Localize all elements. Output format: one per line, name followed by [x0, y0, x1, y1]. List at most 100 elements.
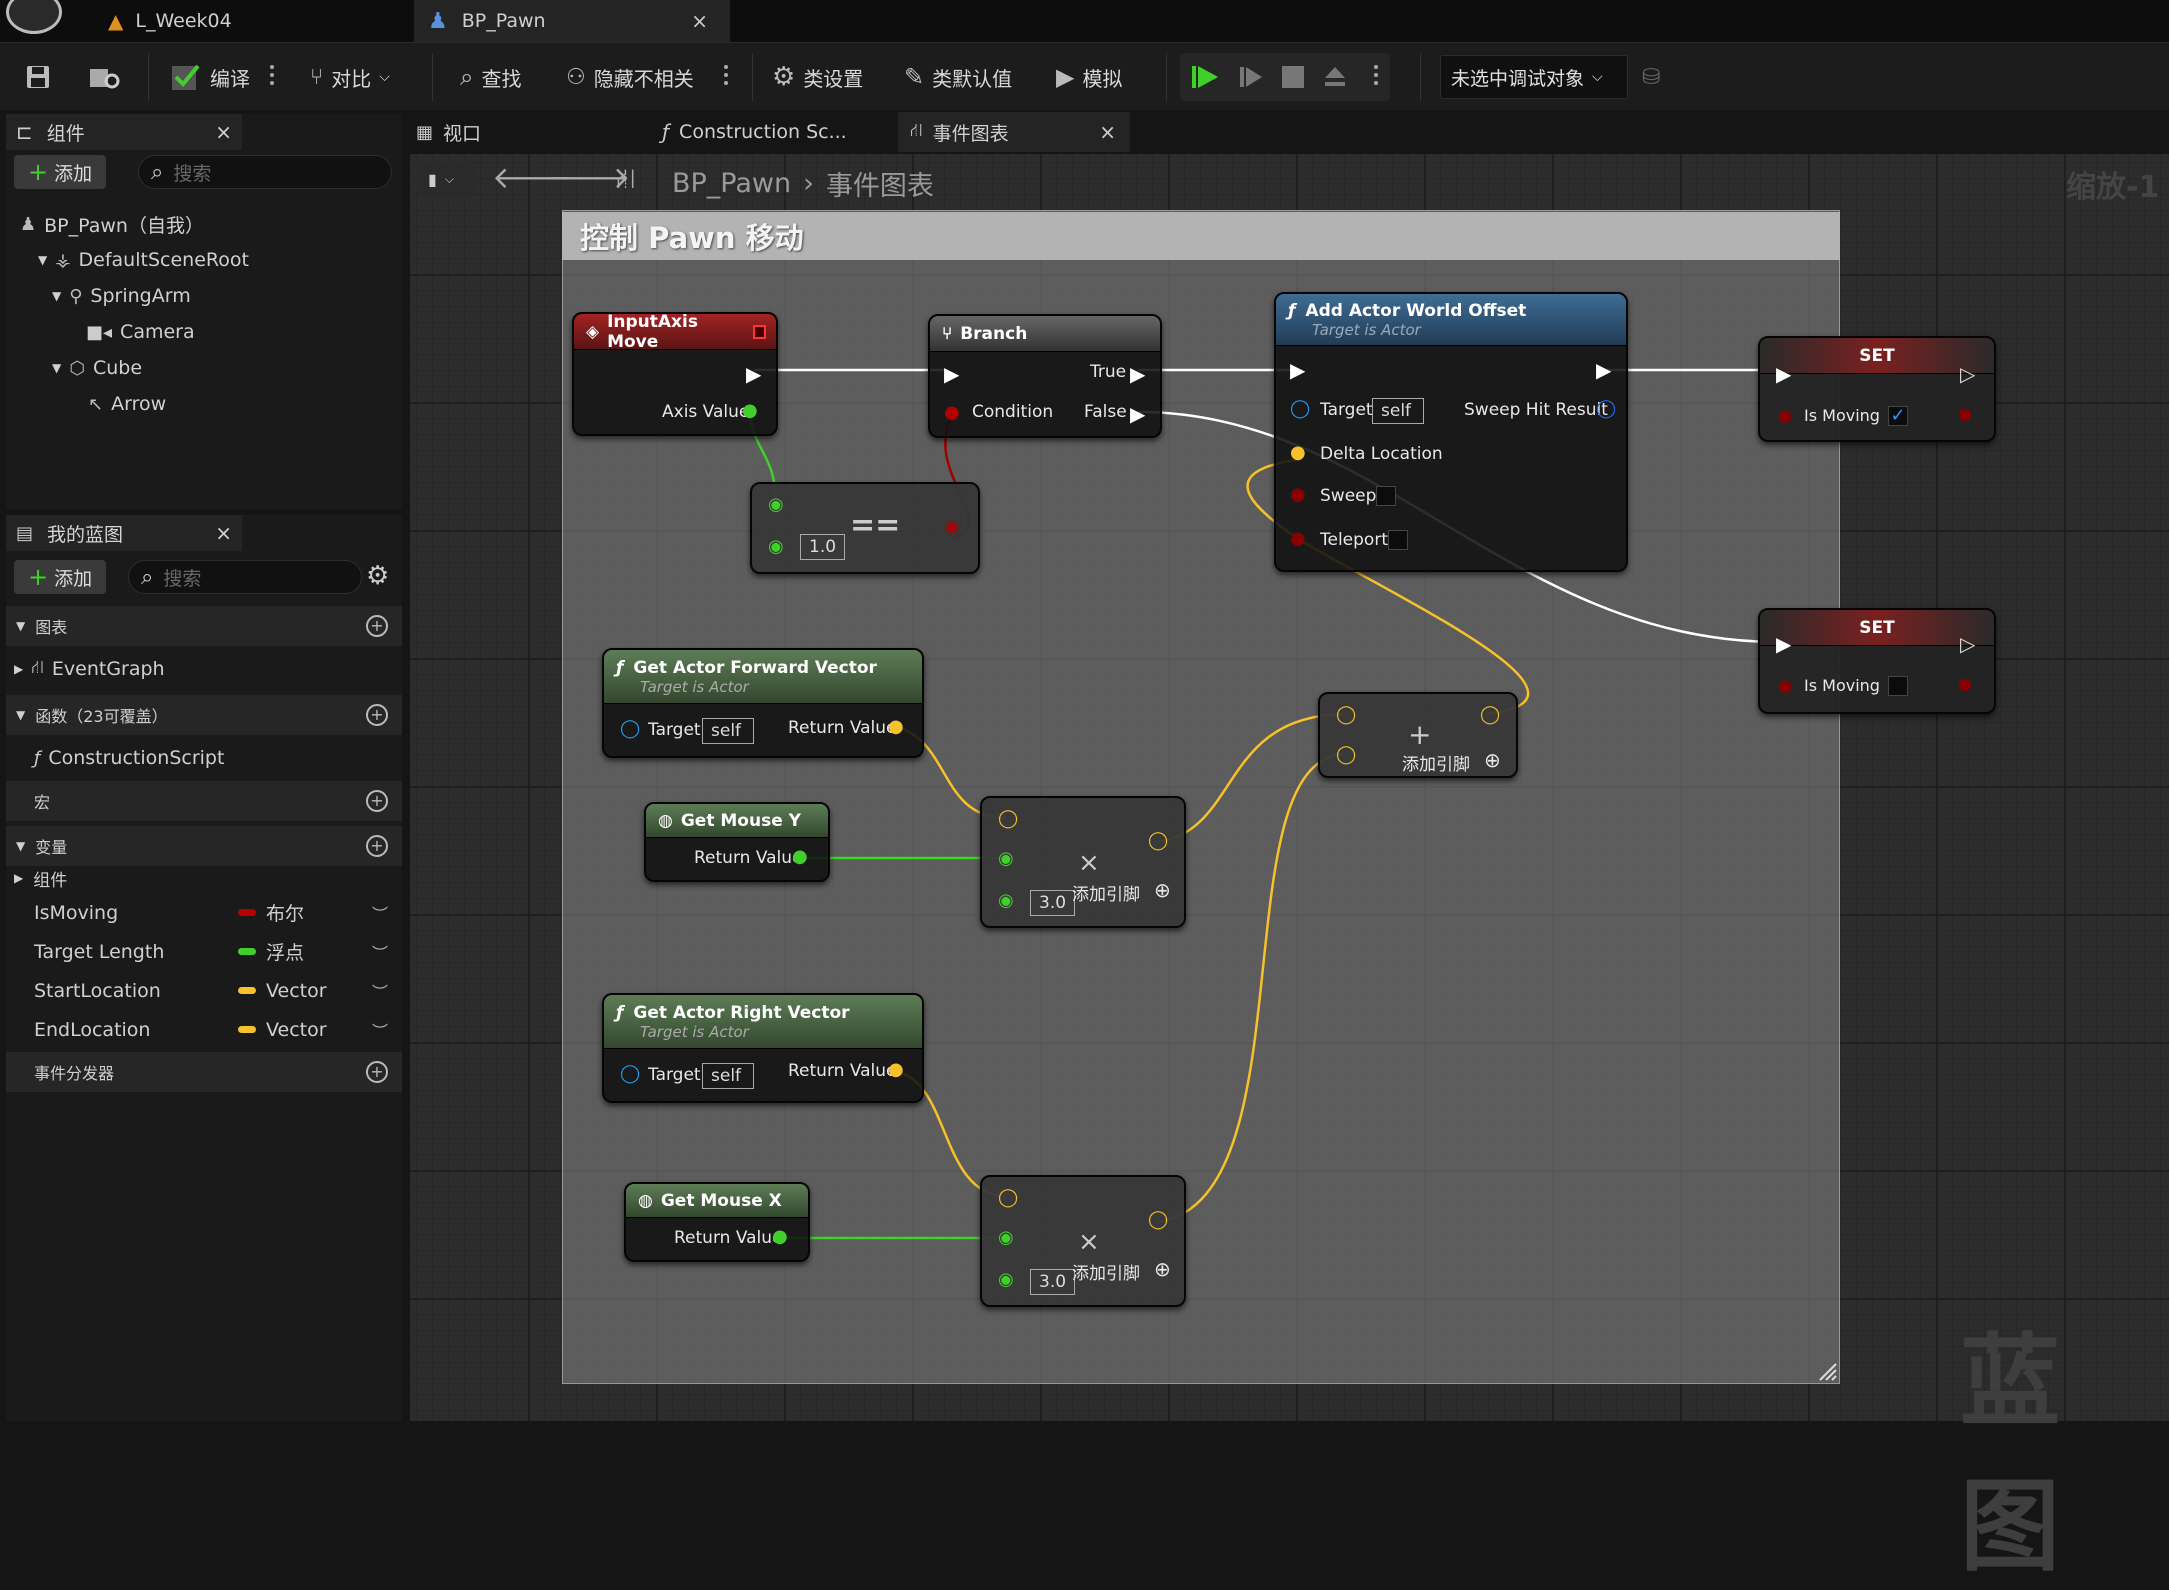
node-title: SET [1859, 617, 1895, 638]
vector-out-pin-icon[interactable]: ● [888, 716, 904, 737]
bool-in-pin-icon[interactable]: ● [1778, 406, 1792, 425]
node-multiply-mouse-x[interactable]: ◯ ◉ ◉ 3.0 × 添加引脚 ⊕ ◯ [980, 1175, 1186, 1307]
bool-in-pin-icon[interactable]: ● [1290, 484, 1306, 505]
float-in-pin-icon[interactable]: ◉ [998, 890, 1014, 911]
add-operator: + [1408, 718, 1432, 751]
equal-operator: == [850, 508, 901, 543]
exec-out-pin-icon[interactable]: ▶ [1596, 358, 1611, 382]
add-pin-icon[interactable]: ⊕ [1154, 878, 1171, 902]
vector-out-pin-icon[interactable]: ◯ [1148, 1209, 1168, 1230]
is-moving-label: Is Moving [1804, 676, 1880, 695]
vector-in-pin-icon[interactable]: ◯ [1336, 704, 1356, 725]
condition-label: Condition [972, 402, 1054, 422]
float-in-pin-icon[interactable]: ◉ [768, 494, 784, 515]
exec-in-pin-icon[interactable]: ▶ [1290, 358, 1305, 382]
vector-out-pin-icon[interactable]: ◯ [1148, 830, 1168, 851]
node-title: InputAxis Move [607, 312, 698, 352]
bool-out-pin-icon[interactable]: ● [1958, 404, 1972, 423]
node-multiply-mouse-y[interactable]: ◯ ◉ ◉ 3.0 × 添加引脚 ⊕ ◯ [980, 796, 1186, 928]
sweep-checkbox[interactable] [1376, 486, 1396, 506]
add-pin-icon[interactable]: ⊕ [1484, 748, 1501, 772]
is-moving-label: Is Moving [1804, 406, 1880, 425]
node-equal[interactable]: ◉ ◉ 1.0 == ◉ [750, 482, 980, 574]
blueprint-watermark: 蓝图 [1960, 1323, 2068, 1585]
float-in-pin-icon[interactable]: ◉ [768, 536, 784, 557]
vector-in-pin-icon[interactable]: ◯ [998, 808, 1018, 829]
node-title: Get Mouse Y [680, 810, 801, 831]
node-header: ƒ Add Actor World Offset Target is Actor [1276, 294, 1626, 346]
node-branch[interactable]: ⑂ Branch ▶ True ▶ ● Condition False ▶ [928, 314, 1162, 438]
vector-in-pin-icon[interactable]: ◯ [998, 1187, 1018, 1208]
float-in-pin-icon[interactable]: ◉ [998, 1227, 1014, 1248]
bool-in-pin-icon[interactable]: ● [1778, 676, 1792, 695]
node-title: Add Actor World Offset [1305, 300, 1527, 321]
exec-false-pin-icon[interactable]: ▶ [1130, 402, 1145, 426]
node-header: SET [1760, 610, 1994, 646]
vector-out-pin-icon[interactable]: ◯ [1480, 704, 1500, 725]
axis-value-label: Axis Value [662, 402, 750, 422]
object-in-pin-icon[interactable]: ◯ [620, 1063, 640, 1084]
node-get-actor-right-vector[interactable]: ƒ Get Actor Right Vector Target is Actor … [602, 993, 924, 1103]
target-self-input[interactable]: self [1372, 398, 1424, 424]
node-set-is-moving-true[interactable]: SET ▶ ▷ ● Is Moving ✓ ● [1758, 336, 1996, 442]
bool-out-pin-icon[interactable]: ● [1958, 674, 1972, 693]
equal-value-input[interactable]: 1.0 [800, 534, 846, 560]
teleport-label: Teleport [1320, 530, 1388, 550]
object-in-pin-icon[interactable]: ◯ [1290, 398, 1310, 419]
vector-in-pin-icon[interactable]: ● [1290, 442, 1306, 463]
sweep-hit-result-label: Sweep Hit Result [1464, 400, 1608, 420]
node-get-mouse-x[interactable]: ◍ Get Mouse X Return Value ● [624, 1182, 810, 1262]
function-icon: ƒ [616, 1002, 624, 1023]
bool-in-pin-icon[interactable]: ● [944, 402, 960, 423]
is-moving-checkbox[interactable] [1888, 676, 1908, 696]
exec-in-pin-icon[interactable]: ▶ [1776, 632, 1791, 656]
node-header: ƒ Get Actor Forward Vector Target is Acto… [604, 650, 922, 704]
delta-location-label: Delta Location [1320, 444, 1443, 464]
exec-in-pin-icon[interactable]: ▶ [1776, 362, 1791, 386]
mouse-icon: ◍ [638, 1190, 653, 1211]
bool-out-pin-icon[interactable]: ◉ [944, 516, 960, 537]
node-input-axis-move[interactable]: ◈ InputAxis Move ▶ Axis Value ● [572, 312, 778, 436]
node-title: Get Actor Right Vector [633, 1002, 850, 1023]
exec-in-pin-icon[interactable]: ▶ [944, 362, 959, 386]
teleport-checkbox[interactable] [1388, 530, 1408, 550]
float-out-pin-icon[interactable]: ● [792, 846, 808, 867]
node-set-is-moving-false[interactable]: SET ▶ ▷ ● Is Moving ● [1758, 608, 1996, 714]
float-out-pin-icon[interactable]: ● [772, 1226, 788, 1247]
mouse-icon: ◍ [658, 810, 673, 831]
add-pin-label[interactable]: 添加引脚 [1072, 880, 1140, 905]
node-subtitle: Target is Actor [640, 677, 749, 696]
multiplier-input[interactable]: 3.0 [1030, 890, 1076, 916]
multiplier-input[interactable]: 3.0 [1030, 1269, 1076, 1295]
float-out-pin-icon[interactable]: ● [742, 400, 758, 421]
target-self-input[interactable]: self [702, 1063, 754, 1089]
exec-out-pin-icon[interactable]: ▶ [746, 362, 761, 386]
node-header: SET [1760, 338, 1994, 374]
target-self-input[interactable]: self [702, 718, 754, 744]
exec-out-pin-icon[interactable]: ▷ [1960, 362, 1975, 386]
target-label: Target [1320, 400, 1373, 420]
float-in-pin-icon[interactable]: ◉ [998, 848, 1014, 869]
float-in-pin-icon[interactable]: ◉ [998, 1269, 1014, 1290]
node-get-actor-forward-vector[interactable]: ƒ Get Actor Forward Vector Target is Acto… [602, 648, 924, 758]
add-pin-icon[interactable]: ⊕ [1154, 1257, 1171, 1281]
add-pin-label[interactable]: 添加引脚 [1402, 750, 1470, 775]
node-add-vectors[interactable]: ◯ ◯ + 添加引脚 ⊕ ◯ [1318, 692, 1518, 778]
add-pin-label[interactable]: 添加引脚 [1072, 1259, 1140, 1284]
false-label: False [1084, 402, 1127, 422]
function-icon: ƒ [616, 657, 624, 678]
function-icon: ƒ [1288, 300, 1296, 321]
event-delegate-icon[interactable] [752, 324, 766, 339]
vector-out-pin-icon[interactable]: ● [888, 1059, 904, 1080]
exec-out-pin-icon[interactable]: ▷ [1960, 632, 1975, 656]
vector-in-pin-icon[interactable]: ◯ [1336, 744, 1356, 765]
struct-out-pin-icon[interactable]: ◯ [1596, 398, 1616, 419]
bool-in-pin-icon[interactable]: ● [1290, 528, 1306, 549]
return-value-label: Return Value [694, 848, 803, 868]
object-in-pin-icon[interactable]: ◯ [620, 718, 640, 739]
node-get-mouse-y[interactable]: ◍ Get Mouse Y Return Value ● [644, 802, 830, 882]
return-value-label: Return Value [674, 1228, 783, 1248]
exec-true-pin-icon[interactable]: ▶ [1130, 362, 1145, 386]
is-moving-checkbox-checked[interactable]: ✓ [1888, 406, 1908, 426]
node-add-actor-world-offset[interactable]: ƒ Add Actor World Offset Target is Actor … [1274, 292, 1628, 572]
